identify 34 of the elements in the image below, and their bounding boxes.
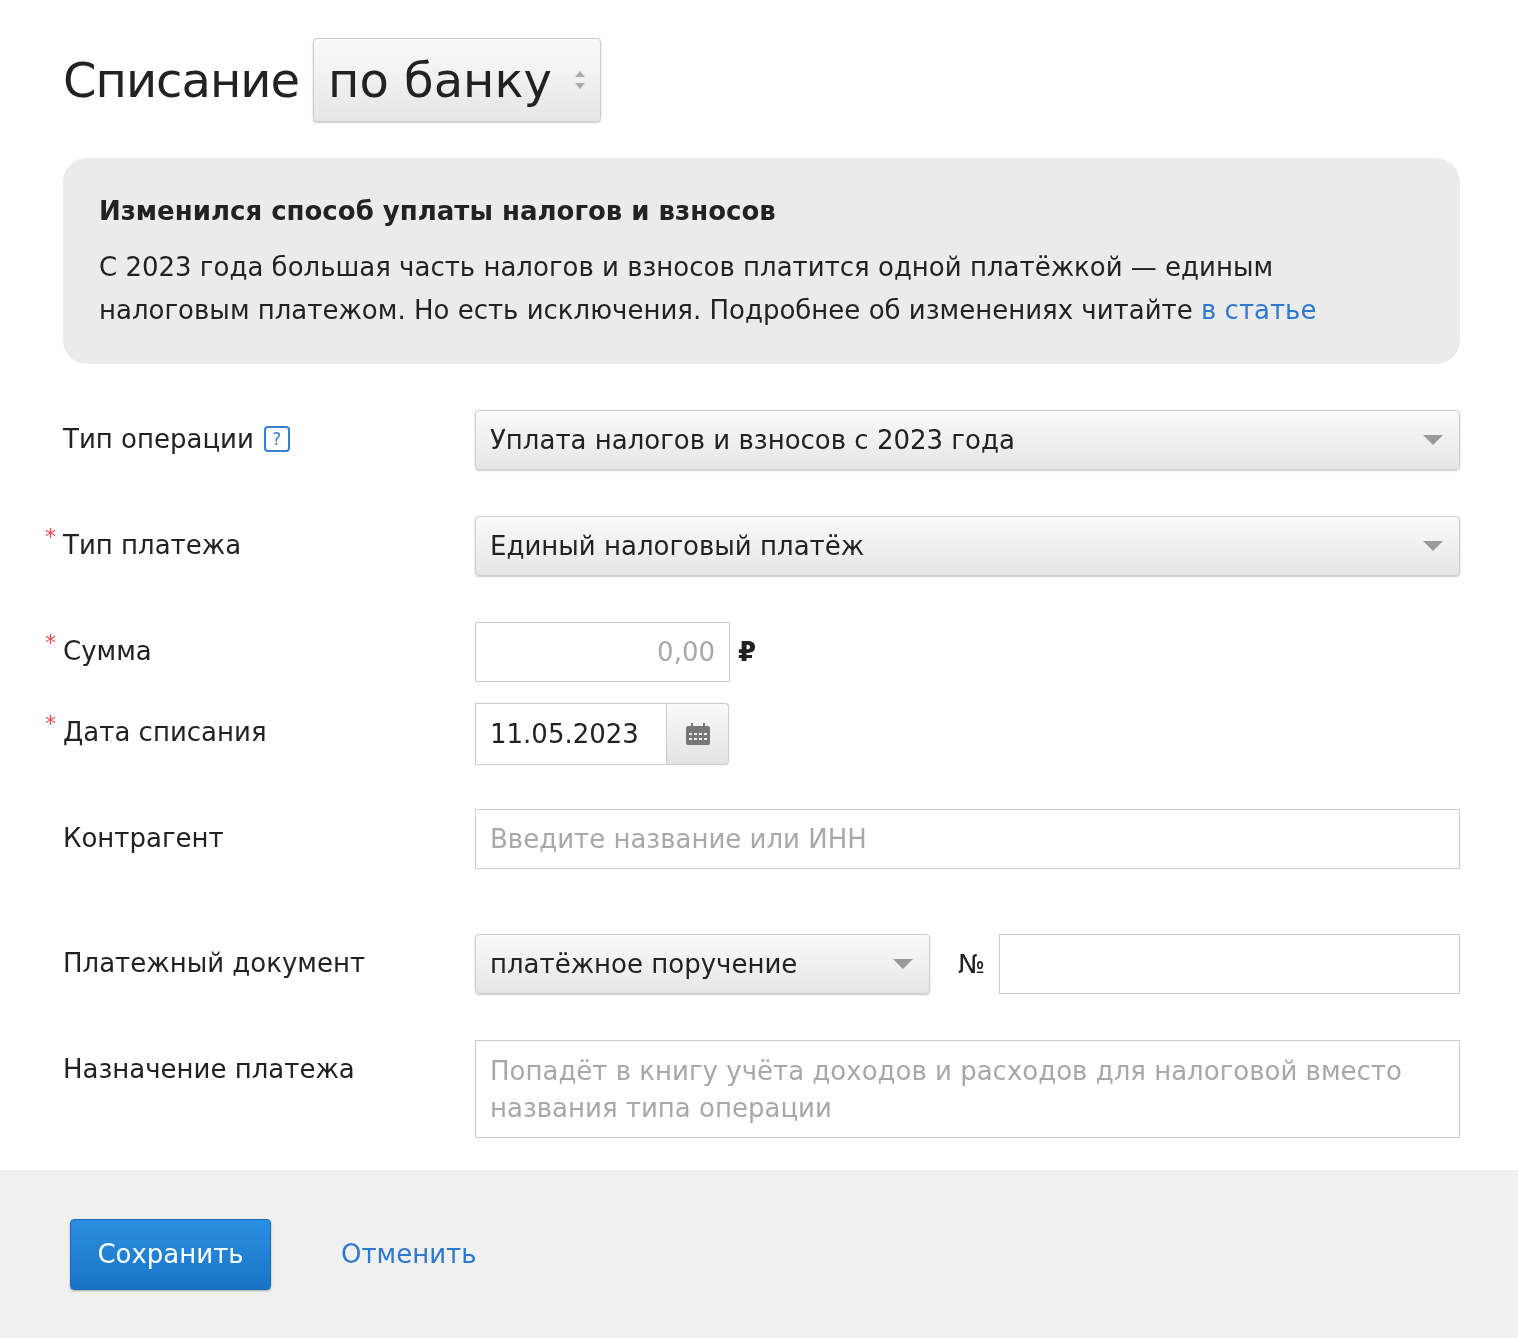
calendar-button[interactable] [667, 703, 729, 765]
save-button[interactable]: Сохранить [70, 1218, 271, 1290]
currency-sign: ₽ [738, 637, 757, 667]
sort-arrows-icon [574, 69, 586, 91]
counterparty-field[interactable]: Введите название или ИНН [475, 809, 1460, 869]
number-label: № [958, 949, 986, 979]
amount-field[interactable]: 0,00 [475, 622, 730, 682]
caret-icon [893, 959, 913, 969]
mode-select[interactable]: по банку [313, 38, 601, 122]
required-asterisk: * [45, 711, 56, 736]
field-label: Назначение платежа [63, 1054, 355, 1084]
help-icon[interactable]: ? [263, 426, 290, 452]
field-label: Контрагент [63, 823, 224, 853]
field-label: Тип платежа [63, 530, 242, 560]
purpose-field[interactable]: Попадёт в книгу учёта доходов и расходов для налоговой вместо названия типа операции [475, 1040, 1460, 1138]
field-label: Платежный документ [63, 948, 366, 978]
notice-title: Изменился способ уплаты налогов и взносов [99, 196, 777, 226]
page-title: Списание [63, 52, 299, 108]
dropdown[interactable]: Уплата налогов и взносов с 2023 года [475, 410, 1460, 470]
document-number-field[interactable] [999, 934, 1460, 994]
dropdown[interactable]: Единый налоговый платёж [475, 516, 1460, 576]
article-link[interactable]: в статье [1201, 295, 1317, 325]
required-asterisk: * [45, 524, 56, 549]
field-label: Тип операции [63, 424, 254, 454]
field-label: Дата списания [63, 717, 267, 747]
field-label: Сумма [63, 636, 152, 666]
calendar-icon [684, 722, 711, 746]
required-asterisk: * [45, 630, 56, 655]
notice-text: С 2023 года большая часть налогов и взносов платится одной платёжкой — единым налоговым платежом. Но есть исключения. Подробнее об изменениях читайте в статье [99, 251, 1318, 327]
cancel-link[interactable]: Отменить [341, 1239, 477, 1269]
date-field[interactable]: 11.05.2023 [475, 703, 667, 765]
caret-icon [1423, 435, 1443, 445]
document-type-dropdown[interactable]: платёжное поручение [475, 934, 930, 994]
caret-icon [1423, 541, 1443, 551]
